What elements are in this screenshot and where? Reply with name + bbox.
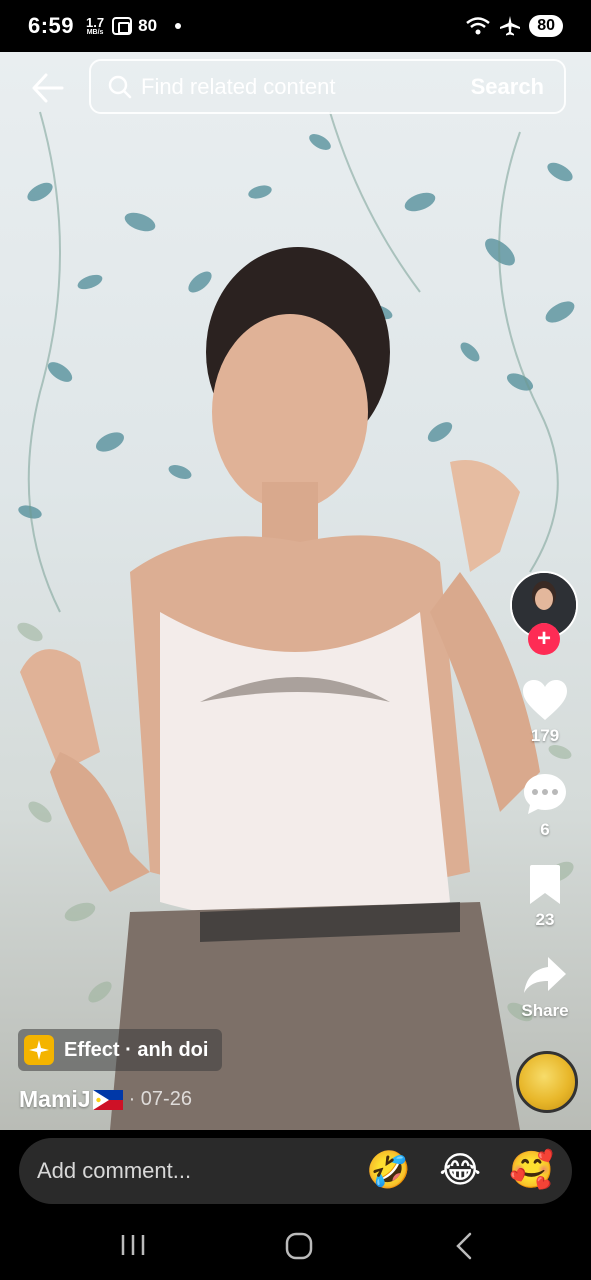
network-speed-value: 1.7 [86,15,105,30]
effect-label: Effect · anh doi [64,1038,209,1061]
author-name[interactable]: MamiJ [19,1086,91,1113]
emoji-rofl-button[interactable]: 🤣 [366,1153,411,1189]
like-button[interactable]: 179 [515,678,575,746]
back-arrow-icon[interactable] [30,70,66,106]
save-button[interactable]: 23 [515,864,575,930]
share-button[interactable]: Share [515,955,575,1021]
share-label: Share [521,1001,569,1020]
video-frame [17,111,575,1130]
search-button[interactable]: Search [471,74,544,100]
comment-input[interactable]: Add comment... 🤣 😂 🥰 [19,1138,572,1204]
follow-button[interactable]: + [528,623,560,655]
effect-chip[interactable]: Effect · anh doi [18,1029,223,1071]
emoji-joy-button[interactable]: 😂 [439,1153,481,1189]
music-disc[interactable] [516,1051,578,1113]
video-player[interactable] [0,52,591,1130]
author-row[interactable]: MamiJ · 07-26 [19,1086,192,1113]
like-count: 179 [530,726,560,745]
philippines-flag-icon [92,1089,123,1110]
wifi-icon [466,17,490,35]
status-bar: 6:59 1.7 MB/s 80 80 [0,0,591,52]
status-time: 6:59 [28,13,75,38]
network-speed: 1.7 MB/s [86,16,104,36]
comment-placeholder[interactable]: Add comment... [37,1158,191,1184]
save-count: 23 [535,910,555,929]
share-icon [524,957,566,993]
system-nav-bar [0,1210,591,1280]
search-icon [108,75,132,98]
notification-count: 80 [138,16,158,35]
search-input[interactable]: Find related content [141,74,335,100]
recent-apps-icon[interactable] [118,1232,148,1258]
heart-icon [523,680,567,720]
comment-count: 6 [540,820,550,839]
home-icon[interactable] [284,1232,314,1260]
effect-sparkle-icon [24,1035,54,1065]
back-icon[interactable] [452,1232,476,1260]
status-dot-icon [175,23,182,29]
network-speed-unit: MB/s [86,29,104,36]
creator-avatar-group[interactable]: + [510,571,578,655]
comment-button[interactable]: 6 [515,772,575,840]
search-bar[interactable]: Find related content Search [89,59,566,114]
comment-icon [524,774,566,814]
screen-record-icon [112,17,133,35]
airplane-icon [500,16,521,36]
post-date: · 07-26 [128,1088,192,1110]
bookmark-icon [530,865,560,904]
battery-level: 80 [529,15,563,37]
emoji-love-button[interactable]: 🥰 [509,1153,554,1189]
